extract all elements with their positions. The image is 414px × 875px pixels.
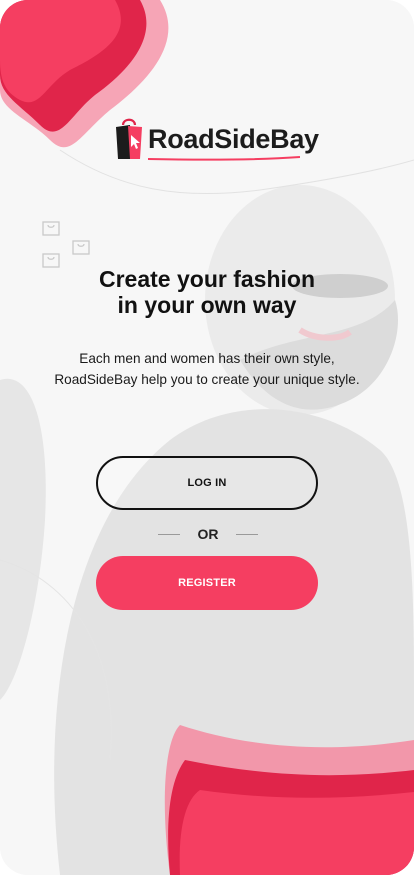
description-line: RoadSideBay help you to create your uniq… bbox=[54, 372, 360, 387]
or-divider: OR bbox=[158, 524, 258, 544]
welcome-screen: RoadSideBay Create your fashion in your … bbox=[0, 0, 414, 875]
page-description: Each men and women has their own style, … bbox=[0, 348, 414, 390]
shopping-bag-logo-icon bbox=[116, 118, 142, 159]
logo-underline bbox=[148, 156, 300, 161]
register-button[interactable]: REGISTER bbox=[96, 556, 318, 610]
brand-name: RoadSideBay bbox=[148, 123, 319, 154]
divider-line bbox=[236, 533, 258, 535]
description-line: Each men and women has their own style, bbox=[79, 351, 335, 366]
register-button-label: REGISTER bbox=[178, 577, 236, 589]
login-button-label: LOG IN bbox=[187, 477, 227, 489]
shopping-bag-icon bbox=[72, 240, 90, 255]
title-line: in your own way bbox=[117, 292, 297, 318]
login-button[interactable]: LOG IN bbox=[96, 456, 318, 510]
or-label: OR bbox=[197, 526, 219, 542]
divider-line bbox=[158, 533, 180, 535]
page-title: Create your fashion in your own way bbox=[0, 266, 414, 318]
brand-logo: RoadSideBay bbox=[114, 116, 319, 162]
shopping-bag-icon bbox=[42, 221, 60, 236]
title-line: Create your fashion bbox=[99, 266, 315, 292]
